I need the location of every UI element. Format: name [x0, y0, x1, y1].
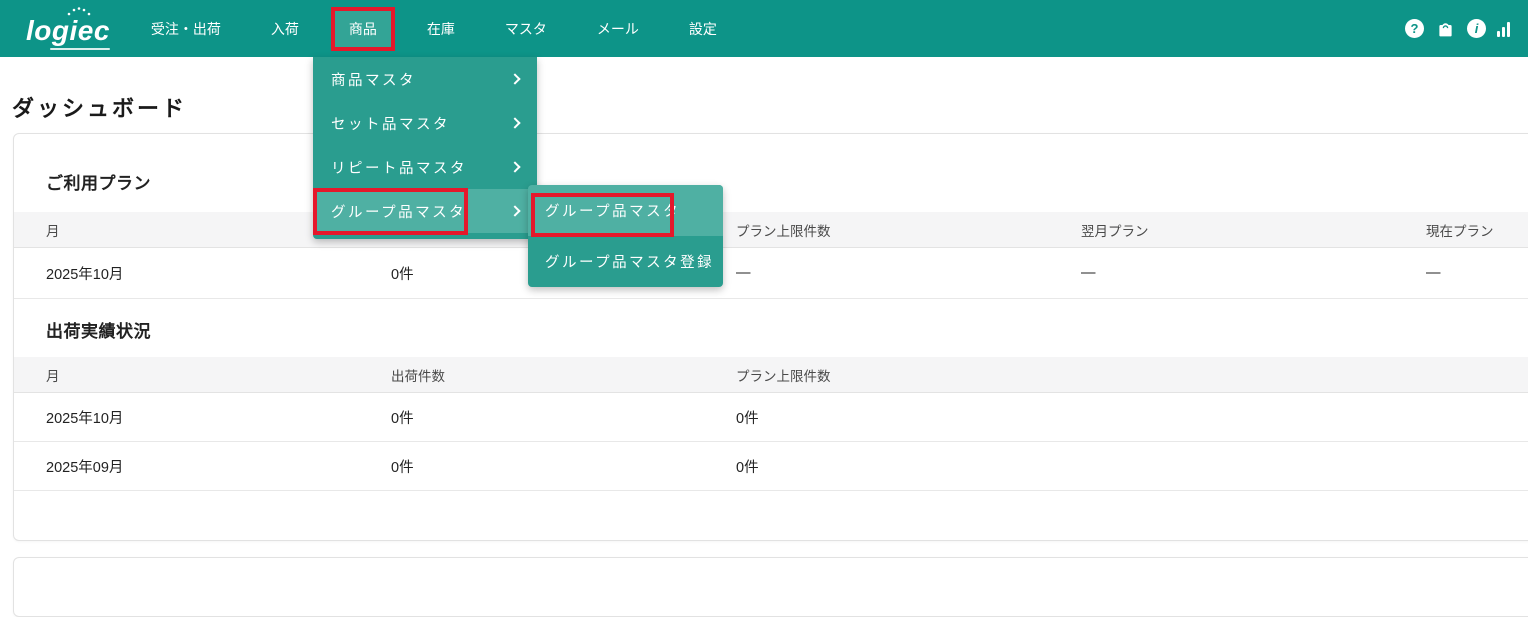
info-icon[interactable]: i — [1467, 19, 1486, 38]
main-nav: 受注・出荷 入荷 商品 在庫 マスタ メール 設定 — [126, 0, 742, 57]
logo-dots-arc-icon — [66, 6, 92, 16]
nav-item-products[interactable]: 商品 — [335, 11, 391, 47]
menu-item-label: リピート品マスタ — [331, 157, 467, 178]
menu-item-label: 商品マスタ — [331, 69, 416, 90]
shipping-table-header: 月 出荷件数 プラン上限件数 — [14, 357, 1528, 393]
menu-item-label: グループ品マスタ — [331, 201, 466, 222]
nav-item-inbound[interactable]: 入荷 — [257, 11, 313, 47]
submenu-item-label: グループ品マスタ登録 — [545, 251, 714, 272]
chevron-right-icon — [509, 205, 520, 216]
cell-plan-limit: 0件 — [736, 456, 1528, 477]
next-card-stub — [13, 557, 1528, 617]
shipping-section-heading: 出荷実績状況 — [46, 317, 1528, 342]
chevron-right-icon — [509, 73, 520, 84]
col-header-plan-limit: プラン上限件数 — [736, 365, 1528, 385]
plan-table-header: 月 プラン上限件数 翌月プラン 現在プラン — [14, 212, 1528, 248]
logiec-logo[interactable]: logiec — [26, 13, 110, 45]
submenu-item-group-master-register[interactable]: グループ品マスタ登録 — [528, 236, 723, 287]
cell-month: 2025年10月 — [46, 407, 391, 428]
col-header-plan-limit: プラン上限件数 — [736, 220, 1081, 240]
usage-bars-icon[interactable] — [1497, 21, 1510, 37]
submenu-item-group-master-list[interactable]: グループ品マスタ — [528, 185, 723, 236]
products-dropdown-menu: 商品マスタ セット品マスタ リピート品マスタ グループ品マスタ — [313, 57, 537, 239]
dashboard-card: ご利用プラン 月 プラン上限件数 翌月プラン 現在プラン 2025年10月 0件… — [13, 133, 1528, 541]
cell-next-plan: — — [1081, 265, 1426, 281]
plan-table-row: 2025年10月 0件 — — — — [14, 248, 1528, 299]
shopping-bag-icon[interactable] — [1435, 18, 1456, 39]
cell-month: 2025年10月 — [46, 263, 391, 284]
nav-item-mail[interactable]: メール — [583, 11, 653, 47]
page-title: ダッシュボード — [12, 91, 187, 123]
nav-item-inventory[interactable]: 在庫 — [413, 11, 469, 47]
cell-month: 2025年09月 — [46, 456, 391, 477]
col-header-month: 月 — [46, 365, 391, 385]
cell-shipments: 0件 — [391, 407, 736, 428]
chevron-right-icon — [509, 161, 520, 172]
menu-item-product-master[interactable]: 商品マスタ — [313, 57, 537, 101]
top-navbar: logiec 受注・出荷 入荷 商品 在庫 マスタ メール 設定 ? i — [0, 0, 1528, 57]
navbar-icon-group: ? i — [1405, 18, 1510, 39]
col-header-current-plan: 現在プラン — [1426, 220, 1528, 240]
menu-item-repeat-master[interactable]: リピート品マスタ — [313, 145, 537, 189]
menu-item-label: セット品マスタ — [331, 113, 450, 134]
cell-plan-limit: — — [736, 265, 1081, 281]
shipping-table-row: 2025年09月 0件 0件 — [14, 442, 1528, 491]
chevron-right-icon — [509, 117, 520, 128]
plan-section-heading: ご利用プラン — [46, 169, 1528, 194]
menu-item-set-master[interactable]: セット品マスタ — [313, 101, 537, 145]
menu-item-group-master[interactable]: グループ品マスタ — [313, 189, 537, 233]
nav-item-orders[interactable]: 受注・出荷 — [137, 11, 235, 47]
cell-shipments: 0件 — [391, 456, 736, 477]
submenu-item-label: グループ品マスタ — [545, 200, 680, 221]
nav-item-master[interactable]: マスタ — [491, 11, 561, 47]
cell-plan-limit: 0件 — [736, 407, 1528, 428]
shipping-table-row: 2025年10月 0件 0件 — [14, 393, 1528, 442]
col-header-shipments: 出荷件数 — [391, 365, 736, 385]
nav-item-settings[interactable]: 設定 — [675, 11, 731, 47]
group-master-submenu: グループ品マスタ グループ品マスタ登録 — [528, 185, 723, 287]
help-icon[interactable]: ? — [1405, 19, 1424, 38]
logo-text: logiec — [26, 15, 110, 46]
cell-current-plan: — — [1426, 265, 1528, 281]
logo-tagline — [50, 48, 110, 50]
col-header-next-plan: 翌月プラン — [1081, 220, 1426, 240]
